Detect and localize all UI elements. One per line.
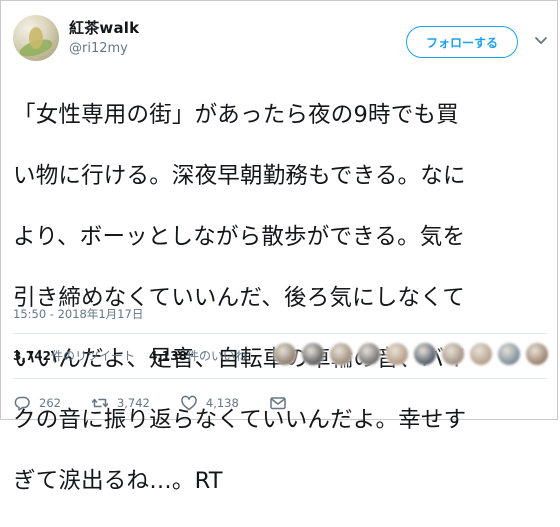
tweet-text-line: ぎて涙出るね…。RT: [13, 467, 223, 494]
tweet-text: 「女性専用の街」があったら夜の9時でも買 い物に行ける。深夜早朝勤務もできる。な…: [13, 69, 553, 527]
divider: [13, 378, 547, 379]
retweet-stat[interactable]: 3,742件のリツイート: [13, 347, 135, 364]
tweet-text-line: い物に行ける。深夜早朝勤務もできる。なに: [13, 162, 466, 189]
liker-avatar[interactable]: [357, 342, 381, 366]
follow-button[interactable]: フォローする: [406, 26, 518, 58]
tweet-timestamp[interactable]: 15:50 - 2018年1月17日: [13, 306, 143, 322]
liker-avatar[interactable]: [525, 342, 549, 366]
liker-avatar[interactable]: [469, 342, 493, 366]
tweet-card: 紅茶walk @ri12my フォローする 「女性専用の街」があったら夜の9時で…: [0, 0, 558, 494]
action-bar: 262 3,742 4,138: [13, 394, 287, 412]
liker-avatar[interactable]: [329, 342, 353, 366]
divider: [13, 333, 547, 334]
tweet-text-line: 「女性専用の街」があったら夜の9時でも買: [13, 101, 459, 128]
like-button[interactable]: 4,138: [180, 394, 239, 412]
reply-count: 262: [39, 396, 61, 410]
reply-button[interactable]: 262: [13, 394, 61, 412]
liker-avatar[interactable]: [273, 342, 297, 366]
retweet-stat-label: 件のリツイート: [50, 349, 135, 363]
retweet-count: 3,742: [116, 396, 150, 410]
liker-avatar[interactable]: [497, 342, 521, 366]
liker-avatar[interactable]: [385, 342, 409, 366]
display-name[interactable]: 紅茶walk: [69, 17, 139, 38]
liker-avatar[interactable]: [301, 342, 325, 366]
user-handle[interactable]: @ri12my: [69, 41, 128, 56]
retweet-stat-count: 3,742: [13, 349, 51, 363]
like-stat[interactable]: 4,138件のいいね: [149, 347, 247, 364]
like-stat-label: 件のいいね: [186, 349, 247, 363]
heart-icon: [181, 395, 197, 411]
liker-avatars: [273, 342, 553, 366]
direct-message-button[interactable]: [269, 394, 287, 412]
like-stat-count: 4,138: [148, 349, 187, 363]
envelope-icon: [270, 397, 286, 410]
avatar-shape: [29, 27, 43, 49]
avatar[interactable]: [13, 15, 59, 61]
tweet-stats: 3,742件のリツイート 4,138件のいいね: [13, 347, 247, 364]
like-count: 4,138: [205, 396, 239, 410]
chevron-down-icon[interactable]: [534, 32, 548, 46]
tweet-text-line: より、ボーッとしながら散歩ができる。気を: [13, 223, 466, 250]
retweet-icon: [91, 398, 109, 408]
liker-avatar[interactable]: [413, 342, 437, 366]
retweet-button[interactable]: 3,742: [91, 394, 150, 412]
liker-avatar[interactable]: [441, 342, 465, 366]
reply-icon: [14, 396, 30, 411]
